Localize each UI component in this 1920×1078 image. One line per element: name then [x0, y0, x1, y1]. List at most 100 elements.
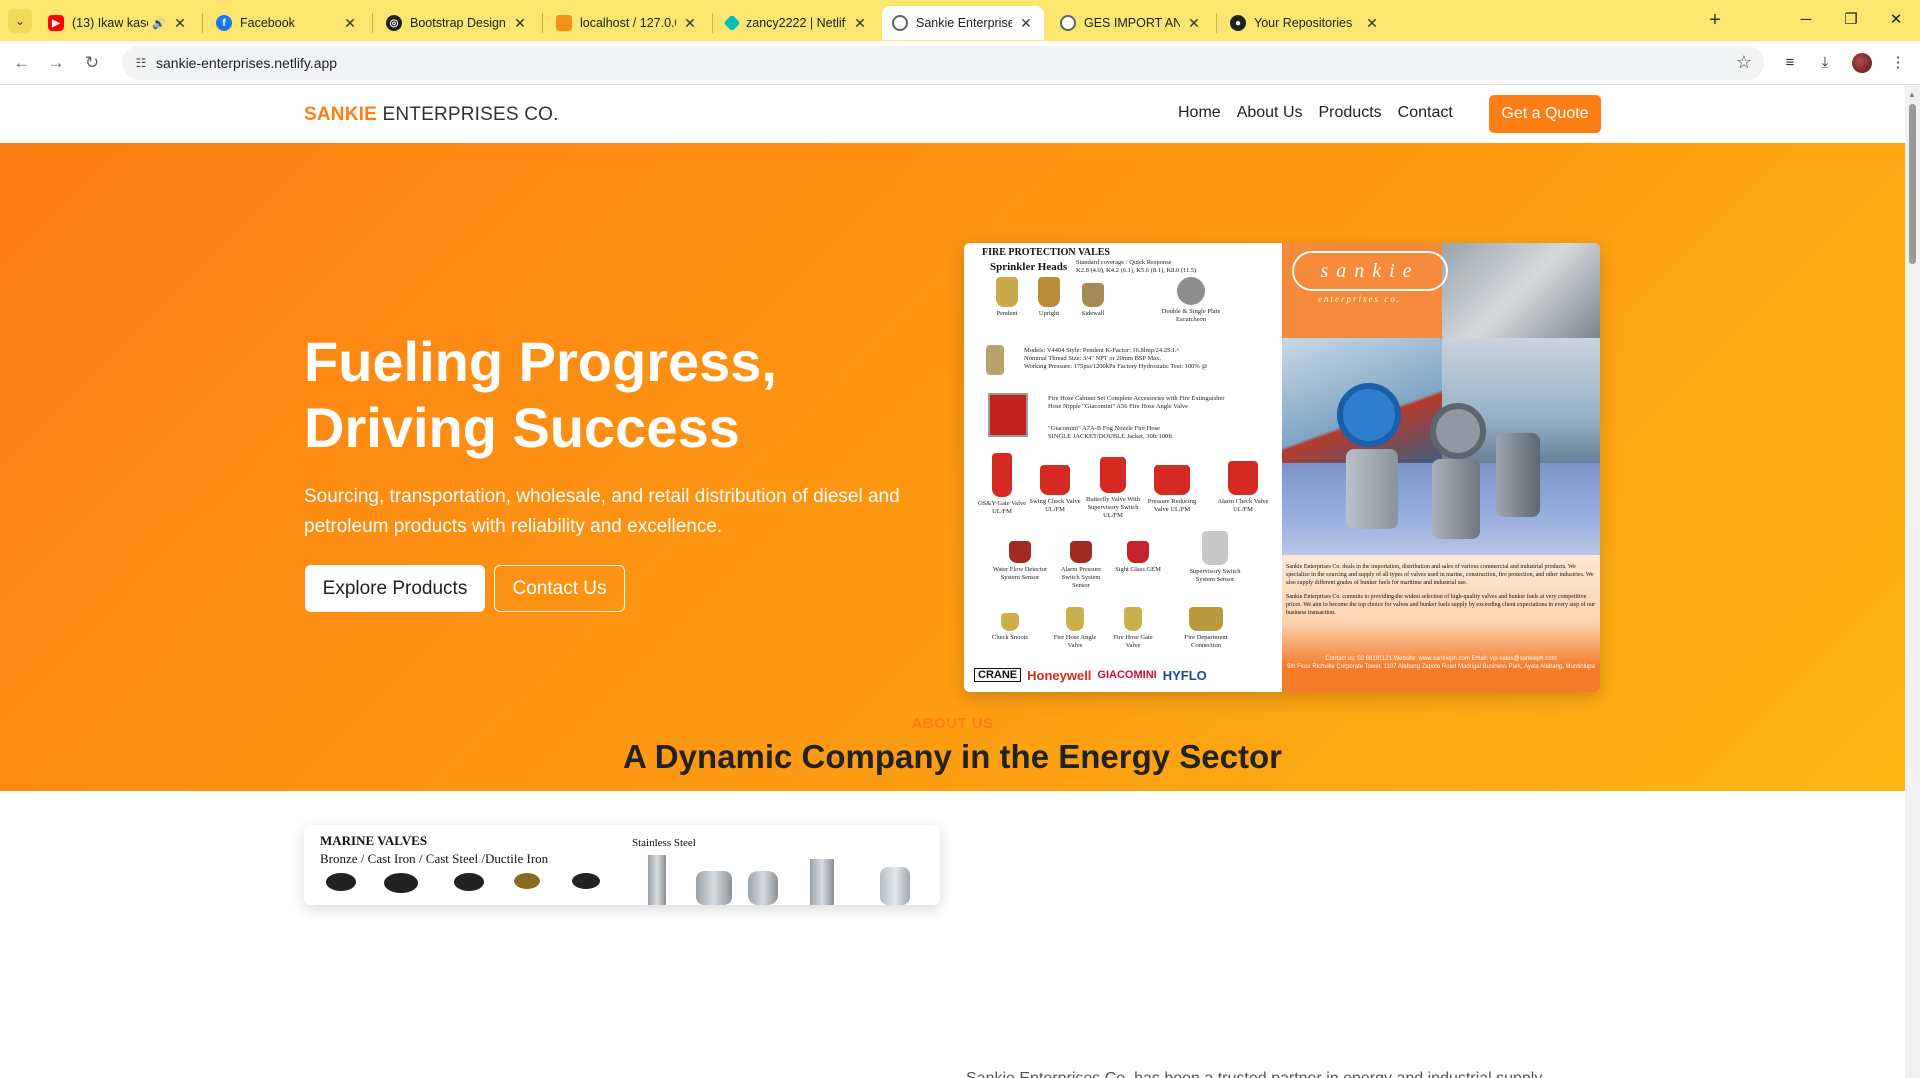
new-tab-button[interactable]: + [1702, 8, 1728, 34]
switch-icon [1202, 531, 1228, 565]
back-arrow-icon[interactable]: ← [8, 49, 36, 77]
industrial-pipes-photo [1442, 243, 1600, 338]
close-tab-icon[interactable]: ✕ [1364, 15, 1380, 32]
sankie-logo: sankie [1292, 251, 1448, 291]
minimize-button[interactable]: ─ [1786, 6, 1826, 34]
sprinkler-icon [996, 277, 1018, 307]
steel-valve-icon [696, 871, 732, 905]
scrollbar-thumb[interactable] [1909, 104, 1916, 264]
steel-valve-icon [748, 871, 778, 905]
flyer-item: Pressure Reducing Valve UL/FM [1146, 465, 1198, 514]
tab-title: GES IMPORT AND EXPORT [1084, 16, 1180, 30]
globe-icon [1060, 15, 1076, 31]
forward-arrow-icon[interactable]: → [42, 49, 70, 77]
valve-icon [1154, 465, 1190, 495]
bookmark-star-icon[interactable]: ☆ [1736, 52, 1752, 73]
browser-tab-github[interactable]: ● Your Repositories ✕ [1220, 6, 1390, 40]
globe-icon [892, 15, 908, 31]
get-quote-button[interactable]: Get a Quote [1489, 95, 1601, 133]
tab-title: Bootstrap Design Enhancement [410, 16, 506, 30]
close-tab-icon[interactable]: ✕ [1186, 15, 1202, 32]
youtube-icon: ▶ [48, 15, 64, 31]
reload-icon[interactable]: ↻ [78, 49, 106, 77]
tab-title: localhost / 127.0.0.1 | phpMyAdmin [580, 16, 676, 30]
browser-tab-facebook[interactable]: f Facebook ✕ [206, 6, 368, 40]
browser-tab-chatgpt[interactable]: ◎ Bootstrap Design Enhancement ✕ [376, 6, 538, 40]
media-control-icon[interactable]: ≡ [1778, 51, 1802, 75]
audio-playing-icon[interactable]: 🔊 [152, 17, 166, 30]
flyer-models: Models: V4404 Style: Pendent K-Factor: 1… [1024, 347, 1208, 370]
profile-avatar[interactable] [1852, 53, 1872, 73]
close-tab-icon[interactable]: ✕ [852, 15, 868, 32]
page-scrollbar[interactable]: ▲ [1905, 86, 1920, 1078]
url-text[interactable]: sankie-enterprises.netlify.app [156, 55, 337, 71]
close-tab-icon[interactable]: ✕ [682, 15, 698, 32]
snoot-icon [1001, 613, 1019, 631]
valve-wheel-icon [384, 873, 418, 893]
close-tab-icon[interactable]: ✕ [342, 15, 358, 32]
nav-products-link[interactable]: Products [1319, 104, 1382, 122]
valve-wheel-icon [454, 873, 484, 891]
close-tab-icon[interactable]: ✕ [172, 15, 188, 32]
address-bar[interactable]: ☷ sankie-enterprises.netlify.app ☆ [122, 46, 1764, 80]
netlify-icon [723, 14, 741, 32]
escutcheon-icon [1177, 277, 1205, 305]
nav-home-link[interactable]: Home [1178, 104, 1221, 122]
flyer-cabinet: Fire Hose Cabinet Set Complete Accessori… [1048, 395, 1225, 410]
brand-strong: SANKIE [304, 104, 377, 125]
restore-button[interactable]: ❐ [1831, 6, 1871, 34]
flyer-item: Water Flow Detector System Sensor [992, 541, 1048, 582]
valve-body-icon [1432, 459, 1480, 539]
hero-title-line1: Fueling Progress, [304, 330, 777, 393]
marine-valves-image: MARINE VALVES Bronze / Cast Iron / Cast … [304, 825, 940, 905]
sensor-icon [1070, 541, 1092, 563]
sight-glass-icon [1127, 541, 1149, 563]
browser-tab-netlify[interactable]: zancy2222 | Netlify ✕ [716, 6, 878, 40]
flyer-item: Pendent [984, 277, 1030, 318]
contact-us-button[interactable]: Contact Us [494, 565, 625, 612]
sankie-logo-sub: enterprises co. [1318, 294, 1401, 304]
browser-tab-youtube[interactable]: ▶ (13) Ikaw kase - Ex Battalion 🔊 ✕ [38, 6, 198, 40]
nav-about-link[interactable]: About Us [1237, 104, 1303, 122]
browser-tab-phpmyadmin[interactable]: localhost / 127.0.0.1 | phpMyAdmin ✕ [546, 6, 708, 40]
site-navbar: SANKIE ENTERPRISES CO. Home About Us Pro… [0, 86, 1905, 142]
product-flyer-image: FIRE PROTECTION VALES Sprinkler Heads St… [964, 243, 1600, 692]
sensor-icon [1009, 541, 1031, 563]
close-tab-icon[interactable]: ✕ [1018, 15, 1034, 32]
browser-tab-ges[interactable]: GES IMPORT AND EXPORT ✕ [1050, 6, 1212, 40]
close-window-button[interactable]: ✕ [1876, 6, 1916, 34]
flyer-item: Supervisory Switch System Sensor [1180, 531, 1250, 584]
tab-title: Facebook [240, 16, 295, 30]
flyer-item: Butterfly Valve With Supervisory Switch … [1082, 457, 1144, 520]
tab-separator [712, 13, 713, 33]
tab-separator [1216, 13, 1217, 33]
flyer-brand-logos: CRANE Honeywell GIACOMINI HYFLO [974, 663, 1274, 687]
nav-links: Home About Us Products Contact [1178, 104, 1453, 122]
flyer-subheading: Sprinkler Heads [990, 261, 1068, 273]
tab-search-chevron-icon[interactable]: ⌄ [8, 9, 32, 33]
stainless-steel-label: Stainless Steel [632, 837, 696, 849]
valve-icon [1040, 465, 1070, 495]
steel-valve-icon [1430, 403, 1486, 459]
page-viewport: SANKIE ENTERPRISES CO. Home About Us Pro… [0, 86, 1905, 1078]
flyer-desc-2: Sankie Enterprises Co. commits to provid… [1286, 594, 1596, 616]
browser-tab-sankie[interactable]: Sankie Enterprises Co. ✕ [882, 6, 1044, 40]
kebab-menu-icon[interactable]: ⋮ [1886, 51, 1910, 75]
download-icon[interactable]: ⤓ [1813, 51, 1837, 75]
nav-contact-link[interactable]: Contact [1398, 104, 1453, 122]
flyer-nozzle: "Giacomini" A7A-B Fog Nozzle Fire Hose S… [1048, 425, 1173, 440]
close-tab-icon[interactable]: ✕ [512, 15, 528, 32]
valve-wheel-icon [514, 873, 540, 889]
valve-body-icon [1346, 449, 1398, 529]
flyer-fire-protection-panel: FIRE PROTECTION VALES Sprinkler Heads St… [964, 243, 1282, 692]
flyer-item: Fire Department Connection [1174, 607, 1238, 650]
explore-products-button[interactable]: Explore Products [305, 565, 485, 612]
site-info-icon[interactable]: ☷ [132, 54, 150, 72]
scroll-up-icon[interactable]: ▲ [1908, 90, 1916, 99]
github-icon: ● [1230, 15, 1246, 31]
tab-title: Your Repositories [1254, 16, 1353, 30]
hero-section: Fueling Progress, Driving Success Sourci… [0, 143, 1905, 791]
site-brand[interactable]: SANKIE ENTERPRISES CO. [304, 104, 559, 126]
facebook-icon: f [216, 15, 232, 31]
hero-subtitle: Sourcing, transportation, wholesale, and… [304, 486, 900, 537]
